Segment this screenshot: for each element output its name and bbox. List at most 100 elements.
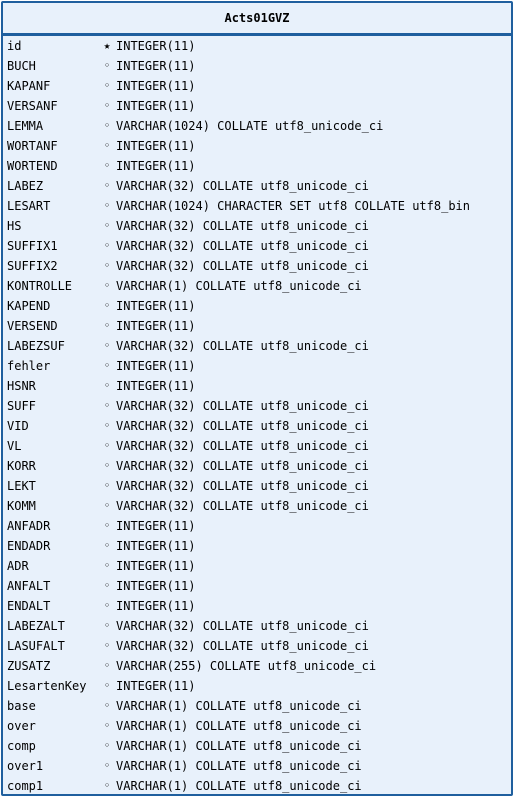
column-name: KOMM [7,499,36,513]
table-box[interactable]: Acts01GVZ id ★ INTEGER(11) BUCH ◦ INTEGER(11)… [1,1,513,796]
column-bullet-icon: ◦ [103,599,111,612]
column-type: INTEGER(11) [116,519,196,533]
column-row[interactable]: LABEZSUF ◦ VARCHAR(32) COLLATE utf8_unicod… [3,336,511,356]
column-row[interactable]: ENDALT ◦ INTEGER(11) [3,596,511,616]
column-type: VARCHAR(1024) COLLATE utf8_unicode_ci [116,119,384,133]
column-row[interactable]: WORTEND ◦ INTEGER(11) [3,156,511,176]
column-bullet-icon: ◦ [103,59,111,72]
column-name: LASUFALT [7,639,65,653]
column-row[interactable]: ADR ◦ INTEGER(11) [3,556,511,576]
column-row[interactable]: HSNR ◦ INTEGER(11) [3,376,511,396]
column-row[interactable]: comp1 ◦ VARCHAR(1) COLLATE utf8_unicode_ci [3,776,511,794]
column-name: VL [7,439,22,453]
column-row[interactable]: ZUSATZ ◦ VARCHAR(255) COLLATE utf8_unicode… [3,656,511,676]
column-row[interactable]: KAPEND ◦ INTEGER(11) [3,296,511,316]
column-type: VARCHAR(32) COLLATE utf8_unicode_ci [116,459,369,473]
column-type: INTEGER(11) [116,539,196,553]
column-type: VARCHAR(32) COLLATE utf8_unicode_ci [116,439,369,453]
column-row[interactable]: SUFFIX1 ◦ VARCHAR(32) COLLATE utf8_unicode… [3,236,511,256]
column-row[interactable]: LEKT ◦ VARCHAR(32) COLLATE utf8_unicode_ci [3,476,511,496]
column-name: KONTROLLE [7,279,73,293]
primary-key-icon: ★ [103,39,111,52]
column-type: INTEGER(11) [116,59,196,73]
column-bullet-icon: ◦ [103,279,111,292]
column-row[interactable]: ANFADR ◦ INTEGER(11) [3,516,511,536]
column-type: INTEGER(11) [116,79,196,93]
column-bullet-icon: ◦ [103,679,111,692]
column-row[interactable]: LABEZ ◦ VARCHAR(32) COLLATE utf8_unicode_c… [3,176,511,196]
column-type: VARCHAR(32) COLLATE utf8_unicode_ci [116,499,369,513]
column-row[interactable]: id ★ INTEGER(11) [3,36,511,56]
column-bullet-icon: ◦ [103,759,111,772]
column-row[interactable]: BUCH ◦ INTEGER(11) [3,56,511,76]
column-bullet-icon: ◦ [103,719,111,732]
column-bullet-icon: ◦ [103,779,111,792]
column-type: VARCHAR(1) COLLATE utf8_unicode_ci [116,759,362,773]
column-row[interactable]: ANFALT ◦ INTEGER(11) [3,576,511,596]
column-row[interactable]: base ◦ VARCHAR(1) COLLATE utf8_unicode_ci [3,696,511,716]
column-row[interactable]: KAPANF ◦ INTEGER(11) [3,76,511,96]
column-name: VERSANF [7,99,58,113]
column-type: INTEGER(11) [116,299,196,313]
column-type: VARCHAR(1024) CHARACTER SET utf8 COLLATE… [116,199,471,213]
column-row[interactable]: ENDADR ◦ INTEGER(11) [3,536,511,556]
column-type: VARCHAR(32) COLLATE utf8_unicode_ci [116,399,369,413]
column-name: ZUSATZ [7,659,51,673]
column-name: over1 [7,759,44,773]
column-type: INTEGER(11) [116,159,196,173]
column-name: KAPEND [7,299,51,313]
table-title[interactable]: Acts01GVZ [3,3,511,36]
column-name: ANFALT [7,579,51,593]
column-row[interactable]: SUFF ◦ VARCHAR(32) COLLATE utf8_unicode_ci [3,396,511,416]
column-type: INTEGER(11) [116,99,196,113]
column-row[interactable]: LESART ◦ VARCHAR(1024) CHARACTER SET utf8 … [3,196,511,216]
column-bullet-icon: ◦ [103,439,111,452]
column-bullet-icon: ◦ [103,199,111,212]
column-row[interactable]: LesartenKey ◦ INTEGER(11) [3,676,511,696]
column-name: SUFF [7,399,36,413]
column-bullet-icon: ◦ [103,559,111,572]
column-row[interactable]: VL ◦ VARCHAR(32) COLLATE utf8_unicode_ci [3,436,511,456]
column-type: VARCHAR(32) COLLATE utf8_unicode_ci [116,239,369,253]
column-row[interactable]: LASUFALT ◦ VARCHAR(32) COLLATE utf8_unicod… [3,636,511,656]
column-name: LEKT [7,479,36,493]
column-bullet-icon: ◦ [103,479,111,492]
column-row[interactable]: KORR ◦ VARCHAR(32) COLLATE utf8_unicode_ci [3,456,511,476]
column-name: ENDADR [7,539,51,553]
column-row[interactable]: VID ◦ VARCHAR(32) COLLATE utf8_unicode_ci [3,416,511,436]
column-row[interactable]: over1 ◦ VARCHAR(1) COLLATE utf8_unicode_ci [3,756,511,776]
column-row[interactable]: LABEZALT ◦ VARCHAR(32) COLLATE utf8_unicod… [3,616,511,636]
column-bullet-icon: ◦ [103,259,111,272]
column-bullet-icon: ◦ [103,99,111,112]
column-name: id [7,39,22,53]
column-name: LEMMA [7,119,44,133]
column-name: WORTEND [7,159,58,173]
column-name: LESART [7,199,51,213]
column-row[interactable]: HS ◦ VARCHAR(32) COLLATE utf8_unicode_ci [3,216,511,236]
column-bullet-icon: ◦ [103,579,111,592]
column-row[interactable]: VERSEND ◦ INTEGER(11) [3,316,511,336]
column-bullet-icon: ◦ [103,379,111,392]
column-row[interactable]: over ◦ VARCHAR(1) COLLATE utf8_unicode_ci [3,716,511,736]
column-bullet-icon: ◦ [103,179,111,192]
column-type: VARCHAR(32) COLLATE utf8_unicode_ci [116,639,369,653]
column-row[interactable]: comp ◦ VARCHAR(1) COLLATE utf8_unicode_ci [3,736,511,756]
column-name: LABEZALT [7,619,65,633]
column-name: over [7,719,36,733]
column-row[interactable]: WORTANF ◦ INTEGER(11) [3,136,511,156]
column-bullet-icon: ◦ [103,319,111,332]
column-bullet-icon: ◦ [103,79,111,92]
column-row[interactable]: KONTROLLE ◦ VARCHAR(1) COLLATE utf8_unicod… [3,276,511,296]
column-name: WORTANF [7,139,58,153]
column-row[interactable]: SUFFIX2 ◦ VARCHAR(32) COLLATE utf8_unicode… [3,256,511,276]
column-name: SUFFIX2 [7,259,58,273]
column-bullet-icon: ◦ [103,219,111,232]
column-type: INTEGER(11) [116,559,196,573]
column-row[interactable]: KOMM ◦ VARCHAR(32) COLLATE utf8_unicode_ci [3,496,511,516]
column-row[interactable]: LEMMA ◦ VARCHAR(1024) COLLATE utf8_unicode… [3,116,511,136]
column-row[interactable]: fehler ◦ INTEGER(11) [3,356,511,376]
column-type: VARCHAR(1) COLLATE utf8_unicode_ci [116,739,362,753]
column-list: id ★ INTEGER(11) BUCH ◦ INTEGER(11) KAPANF ◦ INT… [3,36,511,794]
column-bullet-icon: ◦ [103,139,111,152]
column-row[interactable]: VERSANF ◦ INTEGER(11) [3,96,511,116]
